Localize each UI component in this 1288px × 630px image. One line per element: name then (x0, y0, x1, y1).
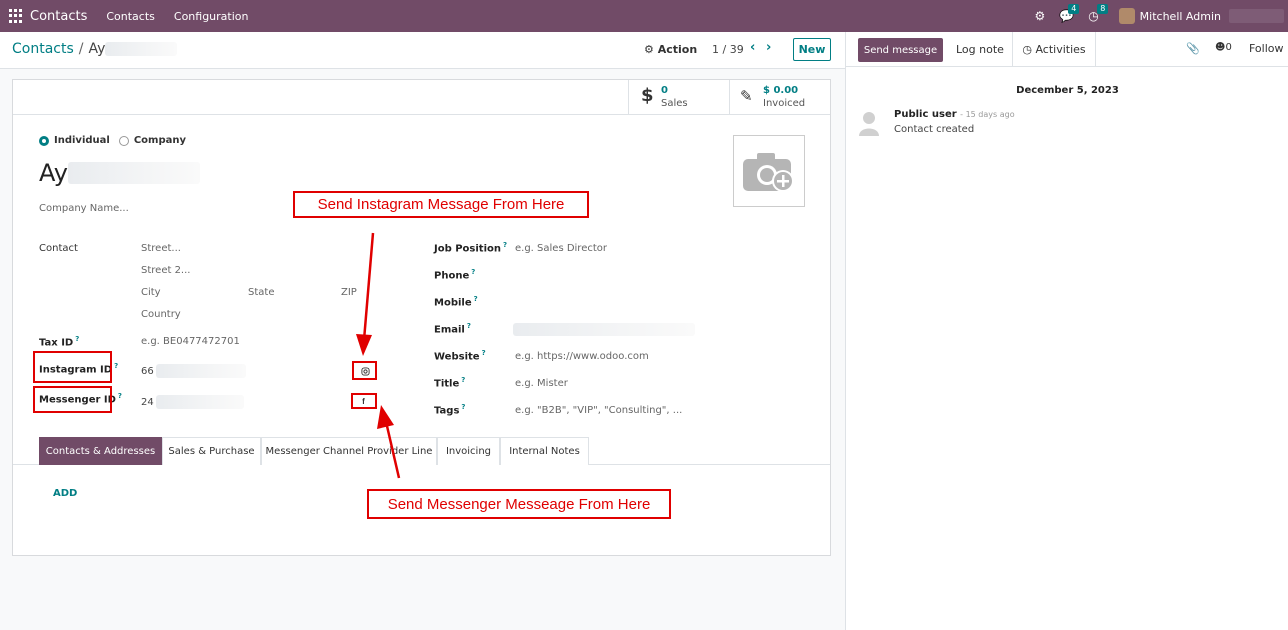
smart-button-box: $ 0 Sales ✎ $ 0.00 Invoiced (13, 80, 830, 115)
redacted-messenger-id (155, 395, 244, 409)
company-name-input[interactable]: Company Name... (39, 203, 129, 214)
chatter-panel: Send message Log note ◷ Activities 📎 ☻0 … (845, 32, 1288, 630)
company-type-selector: Individual Company (39, 135, 195, 146)
date-separator: December 5, 2023 (1016, 85, 1119, 96)
invoiced-smart-button[interactable]: ✎ $ 0.00 Invoiced (729, 80, 831, 114)
tax-id-label: Tax ID? (39, 335, 80, 349)
country-input[interactable]: Country (141, 309, 181, 320)
email-label: Email? (434, 322, 471, 336)
control-panel: Contacts / Ay ⚙ Action 1 / 39 ‹ › New (0, 32, 845, 69)
activities-button[interactable]: ◷ Activities (1012, 32, 1096, 67)
user-name[interactable]: Mitchell Admin (1140, 10, 1221, 23)
breadcrumb-separator: / (78, 41, 84, 57)
annotation-highlight-instagram-button (352, 361, 377, 380)
partner-name[interactable]: Ay (39, 159, 68, 187)
phone-label: Phone? (434, 268, 476, 282)
tab-sales-purchase[interactable]: Sales & Purchase (162, 437, 261, 465)
tab-invoicing[interactable]: Invoicing (437, 437, 500, 465)
notebook-tabs: Contacts & Addresses Sales & Purchase Me… (13, 437, 830, 465)
zip-input[interactable]: ZIP (341, 287, 357, 298)
city-input[interactable]: City (141, 287, 161, 298)
contact-label: Contact (39, 243, 78, 254)
tax-id-input[interactable]: e.g. BE0477472701 (141, 336, 240, 347)
messages-badge: 4 (1068, 4, 1080, 14)
annotation-highlight-messenger-button (351, 393, 377, 409)
tab-contacts-addresses[interactable]: Contacts & Addresses (39, 437, 162, 465)
user-avatar[interactable] (1118, 8, 1135, 24)
apps-menu-icon[interactable] (9, 9, 23, 23)
annotation-messenger: Send Messenger Messeage From Here (367, 489, 671, 519)
state-input[interactable]: State (248, 287, 274, 298)
website-label: Website? (434, 349, 486, 363)
partner-name-field[interactable]: Ay (39, 159, 200, 187)
camera-plus-icon (743, 153, 794, 192)
activities-badge: 8 (1097, 4, 1109, 14)
radio-company[interactable] (118, 135, 129, 146)
activities-clock-icon[interactable]: ◷ 8 (1088, 4, 1109, 23)
message-body: Contact created (894, 124, 975, 135)
job-position-input[interactable]: e.g. Sales Director (515, 243, 607, 254)
job-position-label: Job Position? (434, 241, 508, 255)
new-button[interactable]: New (793, 38, 831, 61)
message-time: - 15 days ago (960, 110, 1015, 119)
paperclip-icon[interactable]: 📎 (1186, 42, 1200, 55)
top-navbar: Contacts Contacts Configuration ⚙ 💬 4 ◷ 8 … (0, 0, 1288, 32)
messenger-id-input[interactable]: 24 (141, 395, 244, 409)
add-contact-link[interactable]: ADD (53, 488, 77, 499)
menu-contacts[interactable]: Contacts (106, 10, 155, 23)
redacted-email (513, 323, 695, 336)
title-input[interactable]: e.g. Mister (515, 378, 568, 389)
street-input[interactable]: Street... (141, 243, 181, 254)
street2-input[interactable]: Street 2... (141, 265, 190, 276)
public-user-avatar (859, 112, 879, 136)
gear-icon: ⚙ (644, 43, 654, 56)
log-note-button[interactable]: Log note (956, 43, 1004, 56)
action-button[interactable]: ⚙ Action (644, 43, 697, 56)
sales-label: Sales (661, 98, 688, 109)
redacted-name (68, 162, 200, 184)
menu-configuration[interactable]: Configuration (174, 10, 249, 23)
user-icon: ☻ (1215, 42, 1226, 53)
photo-upload[interactable] (733, 135, 805, 207)
edit-square-icon: ✎ (740, 87, 753, 105)
instagram-id-input[interactable]: 66 (141, 364, 246, 378)
annotation-instagram: Send Instagram Message From Here (293, 191, 589, 218)
dollar-icon: $ (641, 85, 654, 106)
radio-company-label[interactable]: Company (134, 135, 186, 146)
invoiced-value: $ 0.00 (763, 85, 799, 96)
form-sheet: $ 0 Sales ✎ $ 0.00 Invoiced Individual C… (12, 79, 831, 556)
website-input[interactable]: e.g. https://www.odoo.com (515, 351, 649, 362)
messages-icon[interactable]: 💬 4 (1059, 4, 1080, 23)
tab-messenger-channel-provider-line[interactable]: Messenger Channel Provider Line (261, 437, 437, 465)
chatter-topbar: Send message Log note ◷ Activities 📎 ☻0 … (846, 32, 1288, 67)
app-brand[interactable]: Contacts (30, 9, 87, 24)
pager-value[interactable]: 1 / 39 (712, 43, 744, 56)
breadcrumb: Contacts / Ay (12, 41, 178, 57)
mobile-label: Mobile? (434, 295, 478, 309)
clock-icon: ◷ (1022, 43, 1032, 56)
invoiced-label: Invoiced (763, 98, 806, 109)
followers-button[interactable]: ☻0 (1215, 42, 1232, 53)
redacted-name (105, 42, 178, 56)
message-author: Public user - 15 days ago (894, 109, 1015, 120)
breadcrumb-current: Ay (88, 41, 106, 57)
follow-button[interactable]: Follow (1249, 42, 1284, 55)
sales-smart-button[interactable]: $ 0 Sales (628, 80, 729, 114)
title-label: Title? (434, 376, 466, 390)
pager-prev-icon[interactable]: ‹ (750, 40, 755, 55)
annotation-highlight-messenger-label (33, 386, 112, 413)
annotation-highlight-instagram-label (33, 351, 112, 383)
bug-icon[interactable]: ⚙ (1034, 9, 1045, 23)
radio-individual[interactable] (39, 135, 49, 146)
tags-label: Tags? (434, 403, 466, 417)
send-message-button[interactable]: Send message (858, 38, 943, 62)
tab-internal-notes[interactable]: Internal Notes (500, 437, 589, 465)
pager-next-icon[interactable]: › (766, 40, 771, 55)
sales-value: 0 (661, 85, 668, 96)
breadcrumb-contacts[interactable]: Contacts (12, 41, 74, 57)
radio-individual-label[interactable]: Individual (54, 135, 110, 146)
redacted-db-name (1229, 9, 1284, 23)
tags-input[interactable]: e.g. "B2B", "VIP", "Consulting", ... (515, 405, 682, 416)
redacted-instagram-id (155, 364, 246, 378)
